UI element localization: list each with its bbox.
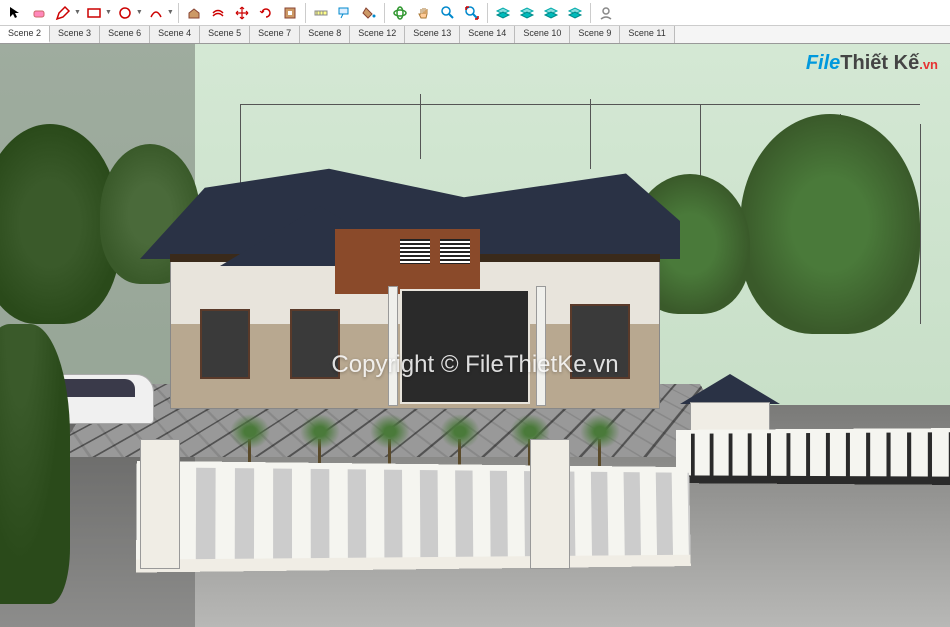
scene-tab[interactable]: Scene 14 [460, 26, 515, 43]
tape-measure-tool[interactable] [310, 2, 332, 24]
main-toolbar: ▼ ▼ ▼ ▼ [0, 0, 950, 26]
dropdown-icon[interactable]: ▼ [167, 9, 174, 16]
profile-tool[interactable] [595, 2, 617, 24]
separator [384, 3, 385, 23]
brand-text: .vn [919, 57, 938, 72]
fence-front [150, 439, 710, 569]
scene-tab[interactable]: Scene 4 [150, 26, 200, 43]
fence-panel [136, 461, 691, 573]
vent [440, 239, 470, 264]
scene-tab[interactable]: Scene 12 [350, 26, 405, 43]
separator [487, 3, 488, 23]
dropdown-icon[interactable]: ▼ [105, 9, 112, 16]
scene-tab[interactable]: Scene 3 [50, 26, 100, 43]
pan-tool[interactable] [413, 2, 435, 24]
zoom-tool[interactable] [437, 2, 459, 24]
scene-tab[interactable]: Scene 6 [100, 26, 150, 43]
fence-pillar [140, 439, 180, 569]
zoom-extents-tool[interactable] [461, 2, 483, 24]
select-tool[interactable] [4, 2, 26, 24]
push-pull-tool[interactable] [183, 2, 205, 24]
separator [305, 3, 306, 23]
scene-tab[interactable]: Scene 8 [300, 26, 350, 43]
scene-tab[interactable]: Scene 13 [405, 26, 460, 43]
fence-panel [676, 428, 950, 485]
rotate-tool[interactable] [255, 2, 277, 24]
eraser-tool[interactable] [28, 2, 50, 24]
dropdown-icon[interactable]: ▼ [74, 9, 81, 16]
column [388, 286, 398, 406]
dropdown-icon[interactable]: ▼ [136, 9, 143, 16]
copyright-watermark: Copyright © FileThietKe.vn [331, 351, 618, 379]
scene-tab[interactable]: Scene 9 [570, 26, 620, 43]
pencil-tool[interactable] [52, 2, 74, 24]
move-tool[interactable] [231, 2, 253, 24]
text-tool[interactable] [334, 2, 356, 24]
vent [400, 239, 430, 264]
scene-tabs: Scene 2 Scene 3 Scene 6 Scene 4 Scene 5 … [0, 26, 950, 44]
layer-tool-1[interactable] [492, 2, 514, 24]
column [536, 286, 546, 406]
offset-tool[interactable] [207, 2, 229, 24]
fence-right [670, 384, 950, 484]
separator [590, 3, 591, 23]
separator [178, 3, 179, 23]
3d-viewport[interactable]: FileThiết Kế.vn Copyright © FileThietKe.… [0, 44, 950, 627]
scene-tab[interactable]: Scene 2 [0, 26, 50, 43]
brand-text: Thiết Kế [840, 52, 919, 74]
arc-tool[interactable] [145, 2, 167, 24]
paint-bucket-tool[interactable] [358, 2, 380, 24]
scale-tool[interactable] [279, 2, 301, 24]
watermark-logo: FileThiết Kế.vn [806, 52, 938, 75]
orbit-tool[interactable] [389, 2, 411, 24]
circle-tool[interactable] [114, 2, 136, 24]
rectangle-tool[interactable] [83, 2, 105, 24]
scene-tab[interactable]: Scene 7 [250, 26, 300, 43]
brand-text: File [806, 52, 840, 74]
layer-tool-4[interactable] [564, 2, 586, 24]
tree [0, 324, 70, 604]
layer-tool-2[interactable] [516, 2, 538, 24]
entrance-door [400, 289, 530, 404]
tree [740, 114, 920, 334]
scene-tab[interactable]: Scene 10 [515, 26, 570, 43]
scene-tab[interactable]: Scene 11 [620, 26, 674, 43]
window [200, 309, 250, 379]
layer-tool-3[interactable] [540, 2, 562, 24]
scene-tab[interactable]: Scene 5 [200, 26, 250, 43]
fence-pillar [530, 439, 570, 569]
house-model [140, 164, 680, 444]
